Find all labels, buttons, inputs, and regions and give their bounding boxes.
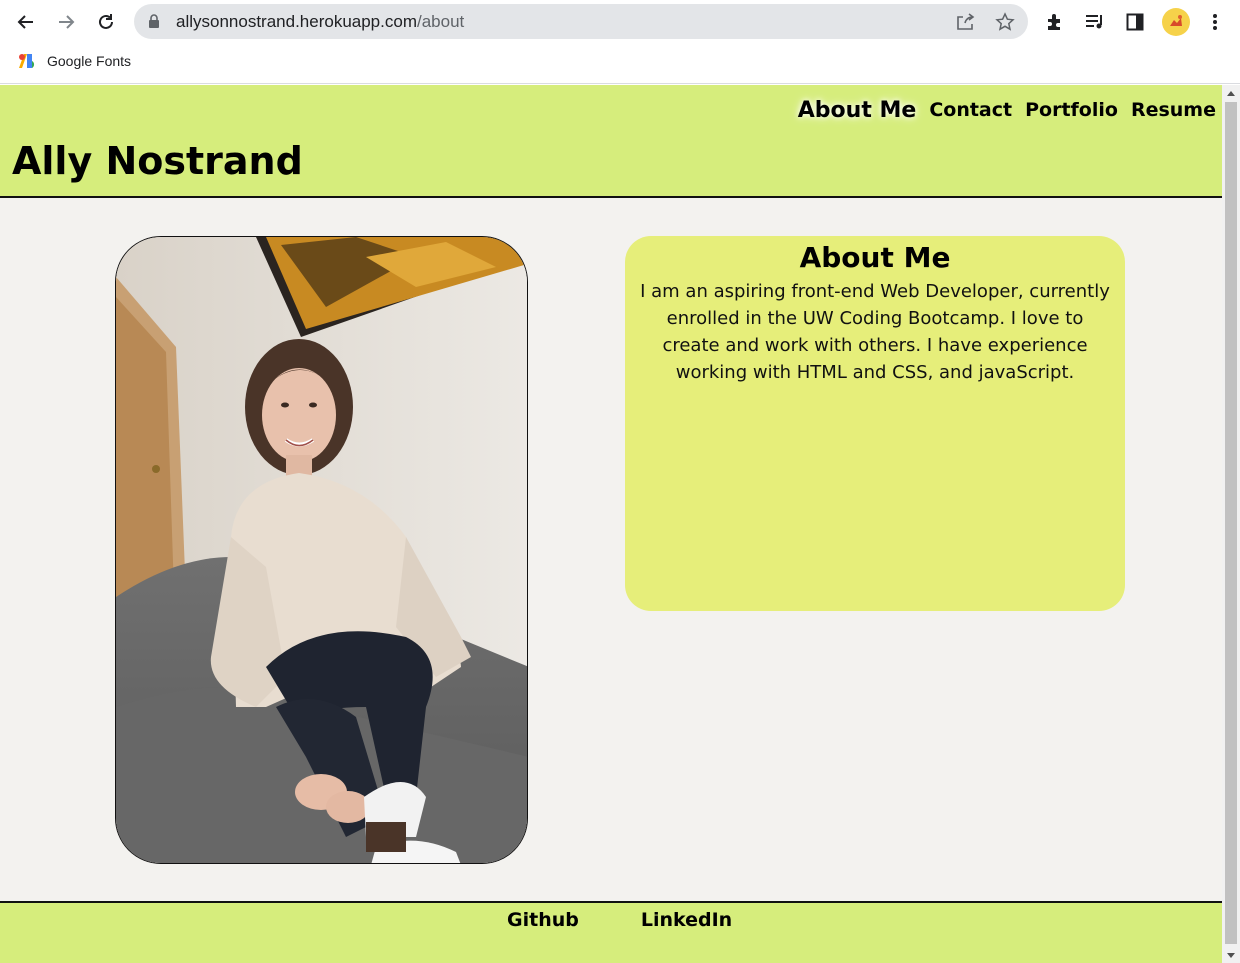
- about-me-text: I am an aspiring front-end Web Developer…: [640, 281, 1110, 383]
- about-me-heading: About Me: [799, 241, 951, 274]
- browser-toolbar: allysonnostrand.herokuapp.com/about: [0, 0, 1240, 44]
- nav-link-contact[interactable]: Contact: [929, 99, 1012, 123]
- bookmarks-bar: Google Fonts: [0, 44, 1240, 84]
- nav-link-about-me[interactable]: About Me: [798, 98, 917, 123]
- bookmark-google-fonts[interactable]: Google Fonts: [17, 52, 131, 70]
- back-arrow-icon[interactable]: [11, 7, 41, 37]
- profile-photo: [115, 236, 528, 864]
- scroll-down-arrow-icon[interactable]: [1227, 953, 1235, 958]
- url-text: allysonnostrand.herokuapp.com/about: [176, 12, 465, 31]
- site-header: About Me Contact Portfolio Resume Ally N…: [0, 85, 1222, 198]
- scroll-thumb[interactable]: [1225, 102, 1237, 944]
- about-me-card: About Me I am an aspiring front-end Web …: [625, 236, 1125, 611]
- page-scrollbar[interactable]: [1222, 85, 1240, 963]
- side-panel-icon[interactable]: [1121, 8, 1149, 36]
- forward-arrow-icon[interactable]: [51, 7, 81, 37]
- bookmark-star-icon[interactable]: [993, 10, 1017, 34]
- footer-link-github[interactable]: Github: [507, 909, 579, 931]
- site-nav: About Me Contact Portfolio Resume: [798, 98, 1216, 123]
- profile-avatar-icon[interactable]: [1162, 8, 1190, 36]
- reload-icon[interactable]: [91, 7, 121, 37]
- site-title: Ally Nostrand: [12, 139, 303, 183]
- nav-link-portfolio[interactable]: Portfolio: [1025, 99, 1118, 123]
- google-fonts-icon: [19, 54, 35, 68]
- footer-link-linkedin[interactable]: LinkedIn: [641, 909, 732, 931]
- site-footer: Github LinkedIn: [0, 901, 1222, 963]
- browser-menu-icon[interactable]: [1201, 8, 1229, 36]
- extensions-icon[interactable]: [1041, 8, 1069, 36]
- media-queue-icon[interactable]: [1081, 8, 1109, 36]
- page-viewport: About Me Contact Portfolio Resume Ally N…: [0, 85, 1222, 963]
- nav-link-resume[interactable]: Resume: [1131, 99, 1216, 123]
- scroll-up-arrow-icon[interactable]: [1227, 91, 1235, 96]
- share-icon[interactable]: [953, 10, 977, 34]
- footer-links: Github LinkedIn: [507, 909, 732, 931]
- lock-icon: [149, 14, 159, 28]
- bookmark-label: Google Fonts: [47, 53, 132, 69]
- address-bar[interactable]: allysonnostrand.herokuapp.com/about: [134, 4, 1028, 39]
